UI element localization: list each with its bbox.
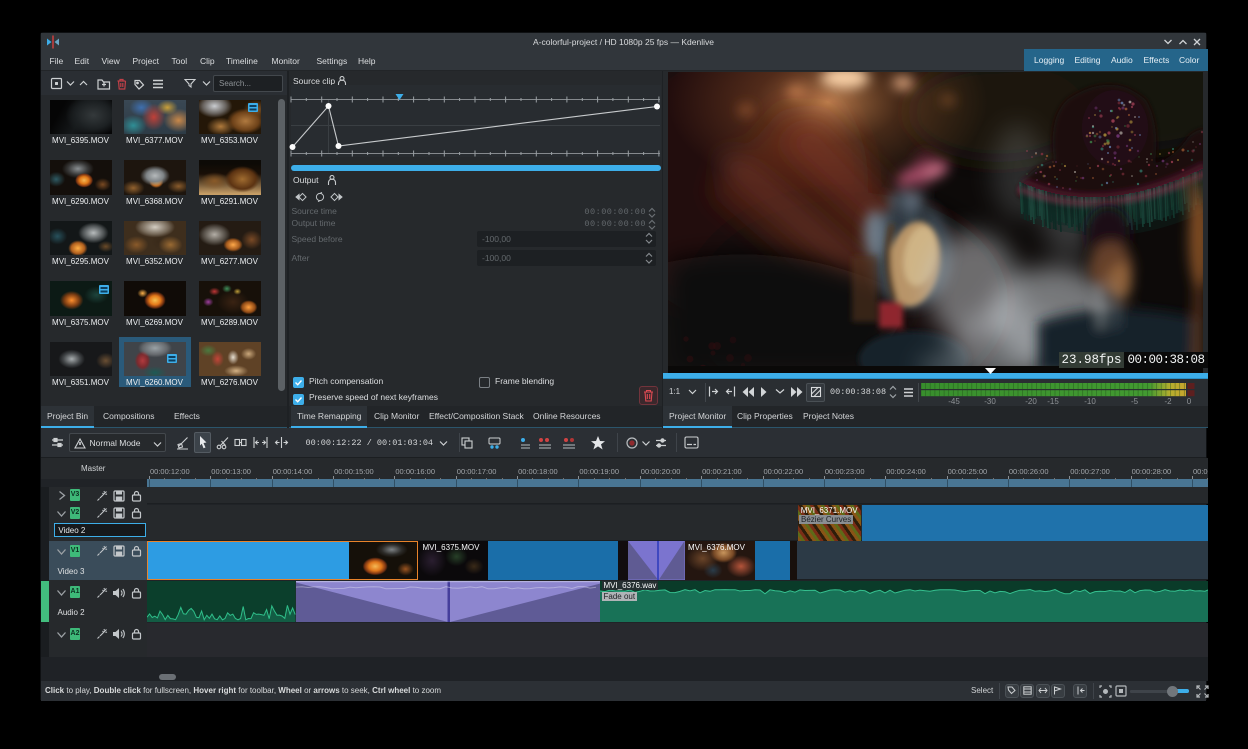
svg-text:-5: -5 <box>1131 397 1139 405</box>
svg-text:-45: -45 <box>948 397 960 405</box>
svg-text:0: 0 <box>1187 397 1192 405</box>
svg-text:-15: -15 <box>1047 397 1059 405</box>
svg-text:-2: -2 <box>1164 397 1172 405</box>
svg-text:-30: -30 <box>984 397 996 405</box>
svg-text:-10: -10 <box>1084 397 1096 405</box>
svg-text:-20: -20 <box>1025 397 1037 405</box>
